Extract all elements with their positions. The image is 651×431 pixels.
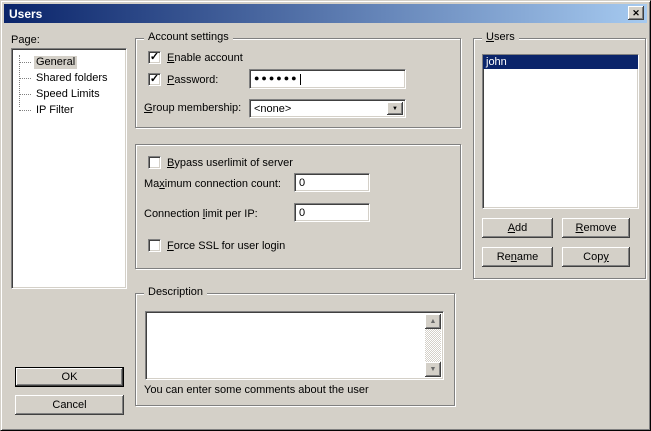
users-list[interactable]: john [482, 54, 639, 209]
tree-item-shared-folders[interactable]: Shared folders [12, 70, 126, 86]
remove-button[interactable]: Remove [562, 218, 630, 238]
description-hint: You can enter some comments about the us… [144, 384, 369, 396]
enable-account-label: Enable account [167, 52, 243, 64]
tree-item-label[interactable]: General [34, 56, 77, 69]
password-checkbox[interactable]: ✓ Password: [148, 73, 218, 86]
users-dialog: Users ✕ Page: General Shared folders Spe… [0, 0, 651, 431]
page-label: Page: [11, 34, 40, 46]
group-membership-label: Group membership: [144, 102, 241, 114]
window-title: Users [9, 7, 42, 21]
password-label: Password: [167, 74, 218, 86]
force-ssl-checkbox[interactable]: Force SSL for user login [148, 239, 285, 252]
tree-item-general[interactable]: General [12, 54, 126, 70]
users-group: Users john Add Remove Rename Copy [473, 38, 646, 279]
rename-button[interactable]: Rename [482, 247, 553, 267]
checkbox-checked-icon[interactable]: ✓ [148, 51, 161, 64]
copy-button[interactable]: Copy [562, 247, 630, 267]
checkbox-unchecked-icon[interactable] [148, 156, 161, 169]
titlebar[interactable]: Users ✕ [4, 4, 647, 23]
scroll-down-icon[interactable]: ▼ [425, 362, 441, 377]
description-textarea[interactable]: ▲ ▼ [145, 311, 444, 380]
checkbox-unchecked-icon[interactable] [148, 239, 161, 252]
force-ssl-label: Force SSL for user login [167, 240, 285, 252]
account-settings-group: Account settings ✓ Enable account ✓ Pass… [135, 38, 461, 128]
max-connection-input[interactable]: 0 [294, 173, 370, 192]
scroll-up-icon[interactable]: ▲ [425, 314, 441, 329]
users-group-title: Users [482, 31, 519, 44]
connection-limit-ip-label: Connection limit per IP: [144, 208, 258, 220]
list-item-john[interactable]: john [483, 55, 638, 69]
limits-group: Bypass userlimit of server Maximum conne… [135, 144, 461, 269]
description-title: Description [144, 286, 207, 299]
ok-button[interactable]: OK [15, 367, 124, 387]
tree-item-label[interactable]: Speed Limits [34, 88, 102, 101]
bypass-userlimit-checkbox[interactable]: Bypass userlimit of server [148, 156, 293, 169]
tree-line [19, 110, 31, 111]
tree-item-label[interactable]: Shared folders [34, 72, 110, 85]
add-button[interactable]: Add [482, 218, 553, 238]
tree-item-speed-limits[interactable]: Speed Limits [12, 86, 126, 102]
vertical-scrollbar[interactable]: ▲ ▼ [425, 314, 441, 377]
password-input[interactable]: ●●●●●● [249, 69, 406, 89]
group-membership-select[interactable]: <none> ▼ [249, 99, 406, 118]
tree-line [19, 62, 31, 63]
page-tree[interactable]: General Shared folders Speed Limits IP F… [11, 48, 127, 289]
tree-item-label[interactable]: IP Filter [34, 104, 76, 117]
connection-limit-ip-input[interactable]: 0 [294, 203, 370, 222]
enable-account-checkbox[interactable]: ✓ Enable account [148, 51, 243, 64]
chevron-down-icon[interactable]: ▼ [387, 102, 403, 115]
description-group: Description ▲ ▼ You can enter some comme… [135, 293, 455, 406]
close-icon[interactable]: ✕ [628, 6, 644, 20]
max-connection-label: Maximum connection count: [144, 178, 281, 190]
tree-item-ip-filter[interactable]: IP Filter [12, 102, 126, 118]
cancel-button[interactable]: Cancel [15, 395, 124, 415]
account-settings-title: Account settings [144, 31, 233, 44]
text-caret [300, 74, 301, 85]
tree-line [19, 94, 31, 95]
checkbox-checked-icon[interactable]: ✓ [148, 73, 161, 86]
bypass-userlimit-label: Bypass userlimit of server [167, 157, 293, 169]
tree-line [19, 78, 31, 79]
